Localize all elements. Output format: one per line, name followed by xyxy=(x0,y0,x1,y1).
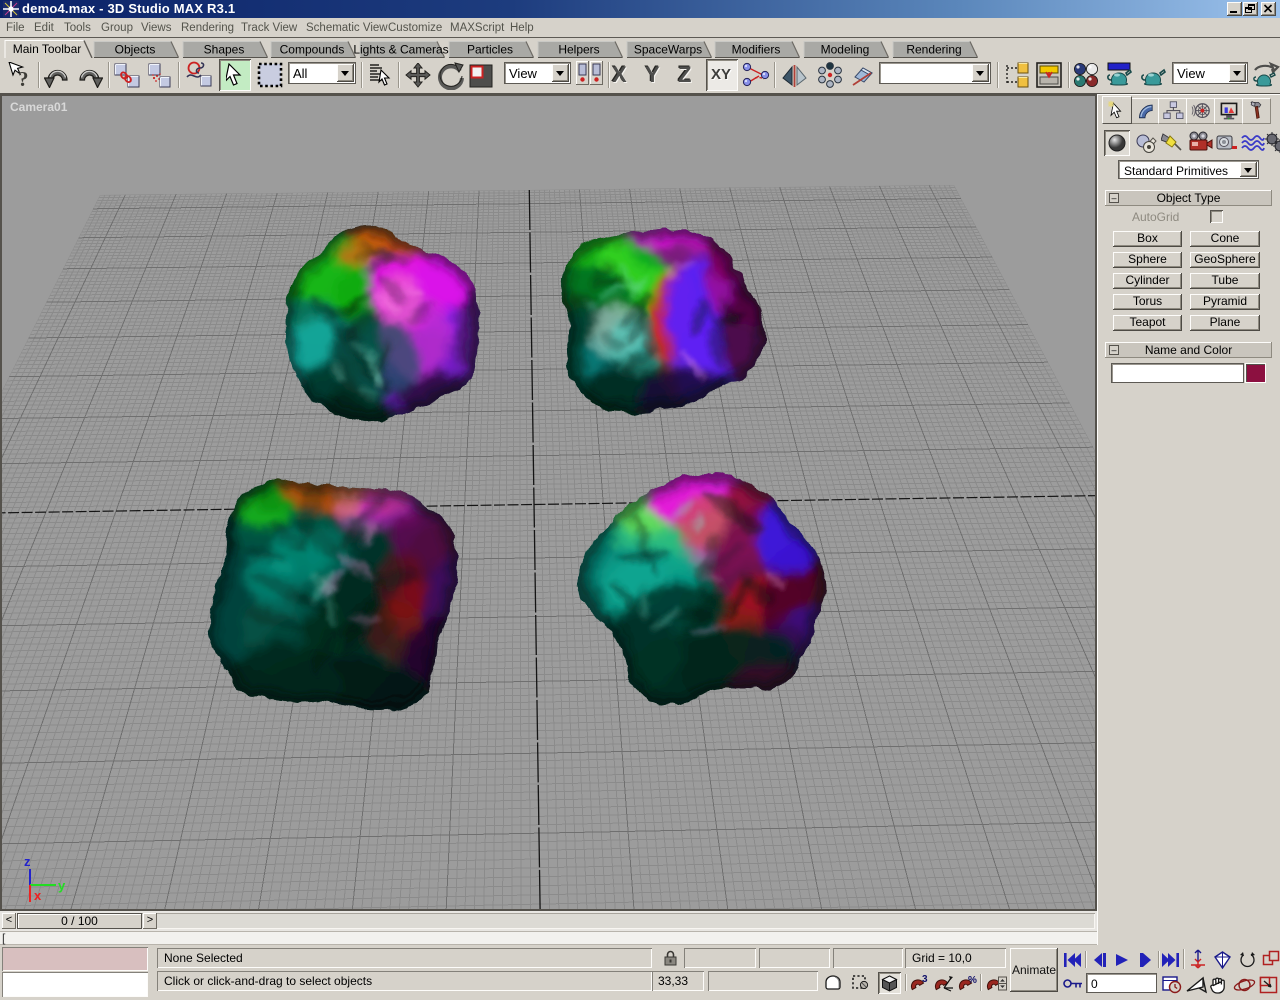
svg-text:Modeling: Modeling xyxy=(821,43,870,57)
svg-text:3: 3 xyxy=(922,974,928,985)
svg-text:Camera01: Camera01 xyxy=(10,100,68,114)
svg-text:Helpers: Helpers xyxy=(558,43,599,57)
svg-text:Rendering: Rendering xyxy=(906,43,961,57)
svg-text:y: y xyxy=(58,878,66,893)
svg-text:?: ? xyxy=(18,67,29,88)
svg-text:Modifiers: Modifiers xyxy=(732,43,781,57)
svg-text:Compounds: Compounds xyxy=(280,43,345,57)
svg-text:Particles: Particles xyxy=(467,43,513,57)
svg-text:SpaceWarps: SpaceWarps xyxy=(634,43,702,57)
svg-text:x: x xyxy=(34,888,42,903)
svg-text:z: z xyxy=(24,854,31,869)
svg-text:Shapes: Shapes xyxy=(204,43,245,57)
svg-text:Objects: Objects xyxy=(115,43,156,57)
svg-text:Lights & Cameras: Lights & Cameras xyxy=(353,43,448,57)
svg-text:%: % xyxy=(968,975,977,986)
svg-text:Main Toolbar: Main Toolbar xyxy=(13,42,81,56)
